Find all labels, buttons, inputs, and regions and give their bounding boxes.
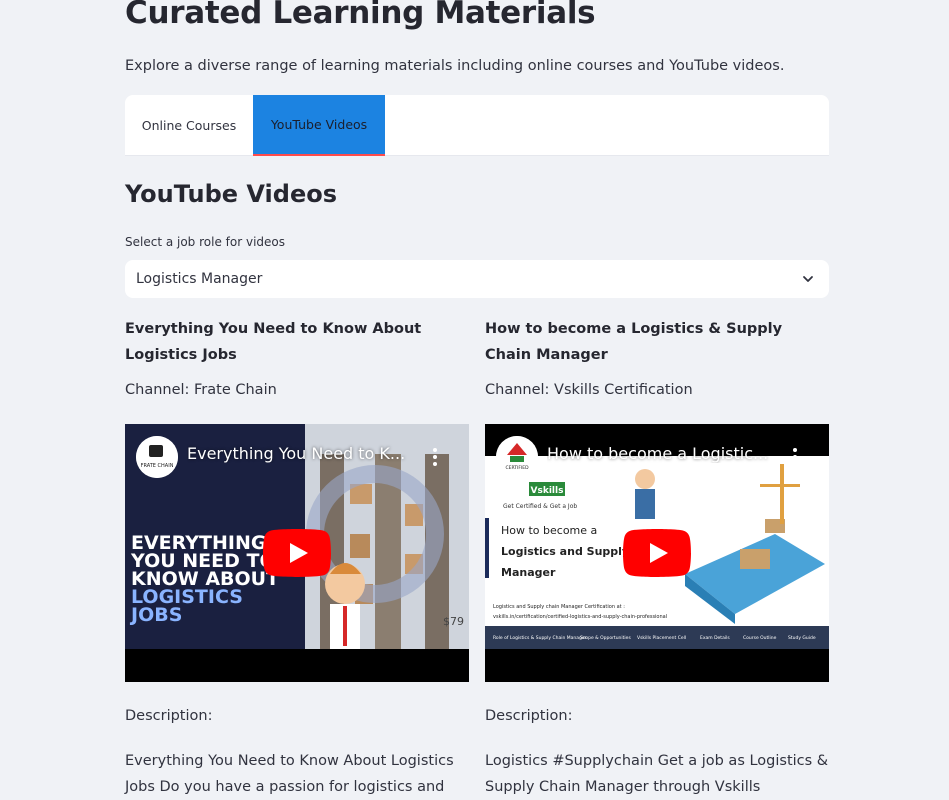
thumb-line: JOBS [129, 604, 182, 626]
player-title[interactable]: How to become a Logistic... [547, 444, 787, 463]
video-card-1: Everything You Need to Know About Logist… [125, 316, 469, 795]
video-channel: Channel: Frate Chain [125, 382, 277, 398]
chevron-down-icon [803, 276, 813, 282]
more-vert-icon[interactable] [433, 448, 437, 466]
footer-item: Vskills Placement Cell [637, 635, 686, 641]
price-tag: $79 [443, 615, 464, 628]
channel-avatar[interactable]: CERTIFIED [496, 436, 538, 478]
footer-item: Exam Details [700, 635, 730, 641]
play-button-icon[interactable] [623, 529, 691, 577]
video-card-2: How to become a Logistics & Supply Chain… [485, 316, 829, 795]
job-role-select[interactable]: Logistics Manager [125, 260, 829, 298]
channel-avatar[interactable]: FRATE CHAIN [136, 436, 178, 478]
footer-item: Role of Logistics & Supply Chain Manager [493, 635, 587, 641]
cert-line: Logistics and Supply chain Manager Certi… [493, 604, 625, 610]
footer-item: Study Guide [788, 635, 816, 641]
video-player-1[interactable]: EVERYTHING YOU NEED TO KNOW ABOUT LOGIST… [125, 424, 469, 682]
thumb-line: Manager [501, 566, 556, 579]
tab-youtube-videos[interactable]: YouTube Videos [253, 95, 385, 156]
description-text: Everything You Need to Know About Logist… [125, 753, 454, 795]
description-text: Logistics #Supplychain Get a job as Logi… [485, 753, 829, 795]
job-role-select-label: Select a job role for videos [125, 235, 285, 249]
more-vert-icon[interactable] [793, 448, 797, 466]
play-button-icon[interactable] [263, 529, 331, 577]
player-title[interactable]: Everything You Need to K... [187, 444, 427, 463]
video-title: How to become a Logistics & Supply Chain… [485, 321, 783, 363]
section-title: YouTube Videos [125, 180, 337, 208]
brand-name: Vskills [531, 486, 564, 496]
description-label: Description: [125, 708, 213, 724]
tagline: Get Certified & Get a Job [503, 503, 577, 510]
tab-online-courses[interactable]: Online Courses [125, 95, 253, 156]
video-player-2[interactable]: How to become a Logistics and Supply c M… [485, 424, 829, 682]
cert-url: vskills.in/certification/certified-logis… [493, 614, 667, 620]
footer-item: Course Outline [743, 635, 777, 641]
intro-text: Explore a diverse range of learning mate… [125, 58, 785, 74]
tab-bar: Online Courses YouTube Videos [125, 95, 829, 156]
thumb-line: How to become a [501, 524, 597, 537]
thumb-line: Logistics and Supply c [501, 545, 639, 558]
description-label: Description: [485, 708, 573, 724]
video-channel: Channel: Vskills Certification [485, 382, 693, 398]
avatar-text: CERTIFIED [505, 465, 529, 471]
page-title: Curated Learning Materials [125, 0, 596, 31]
footer-item: Scope & Opportunities [580, 635, 631, 641]
video-title: Everything You Need to Know About Logist… [125, 321, 422, 363]
job-role-select-value: Logistics Manager [136, 271, 263, 287]
avatar-text: FRATE CHAIN [141, 463, 174, 469]
